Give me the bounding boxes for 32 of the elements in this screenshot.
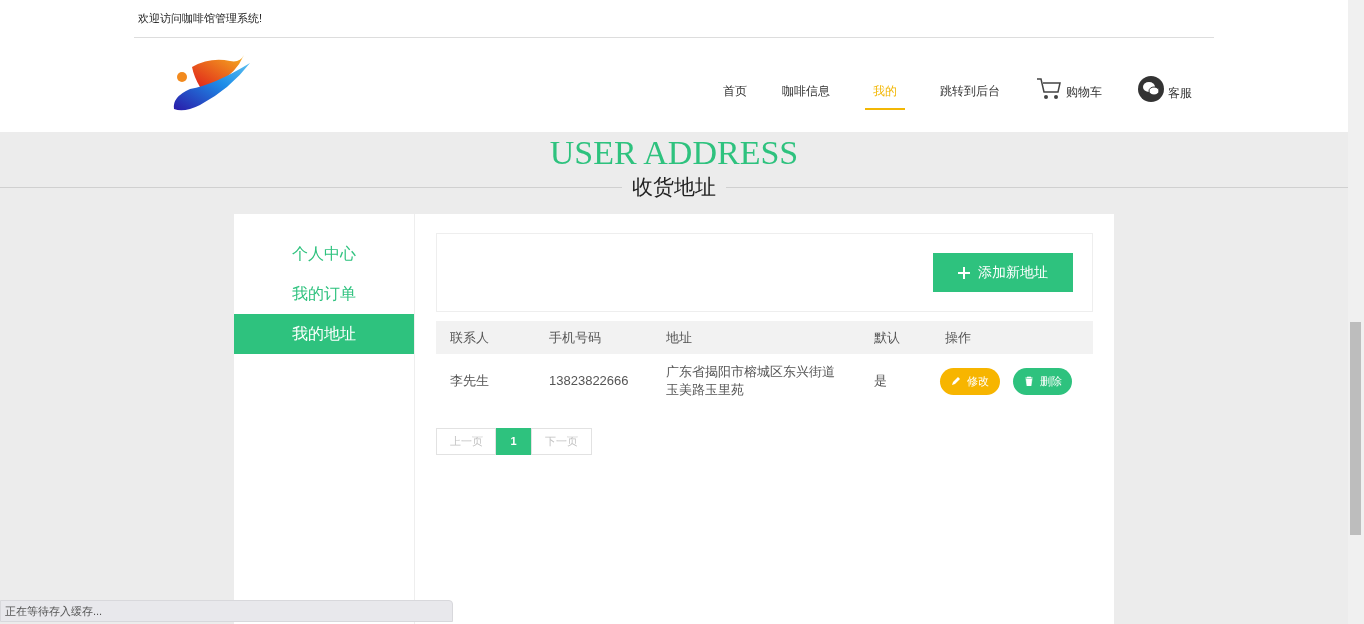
add-address-button[interactable]: 添加新地址 [933,253,1073,292]
column-header: 地址 [665,328,693,347]
edit-button[interactable]: 修改 [940,367,1000,395]
nav-link[interactable]: 跳转到后台 [940,62,1000,110]
delete-button[interactable]: 删除 [1013,367,1072,395]
sidebar-item[interactable]: 个人中心 [234,234,414,274]
page-number[interactable]: 1 [496,428,531,455]
trash-icon [1023,376,1034,386]
service-link[interactable]: 客服 [1168,84,1192,102]
nav-link[interactable]: 首页 [723,62,747,110]
sidebar-item[interactable]: 我的订单 [234,274,414,314]
table-cell-text: 李先生 [449,372,490,390]
heading-english: USER ADDRESS [549,135,799,171]
pencil-icon [951,376,961,386]
plus-icon [958,266,970,279]
column-header: 手机号码 [548,328,602,347]
table-cell-text: 是 [873,372,888,390]
status-text: 正在等待存入缓存... [5,603,103,619]
nav-link[interactable]: 我的 [865,62,905,110]
nav-link[interactable]: 咖啡信息 [782,62,830,110]
page-title: 收货地址 [622,173,726,201]
table-cell-text: 13823822666 [548,372,630,390]
sidebar-item[interactable]: 我的地址 [234,314,414,354]
table-cell-text: 广东省揭阳市榕城区东兴街道玉美路玉里苑 [665,363,836,399]
chat-icon[interactable] [1138,76,1164,102]
column-header: 操作 [944,328,972,347]
cart-link[interactable]: 购物车 [1066,83,1102,101]
welcome-text: 欢迎访问咖啡馆管理系统! [138,11,263,27]
column-header: 联系人 [449,328,490,347]
cart-icon[interactable] [1036,77,1062,101]
column-header: 默认 [873,328,901,347]
scrollbar[interactable] [1348,0,1364,624]
